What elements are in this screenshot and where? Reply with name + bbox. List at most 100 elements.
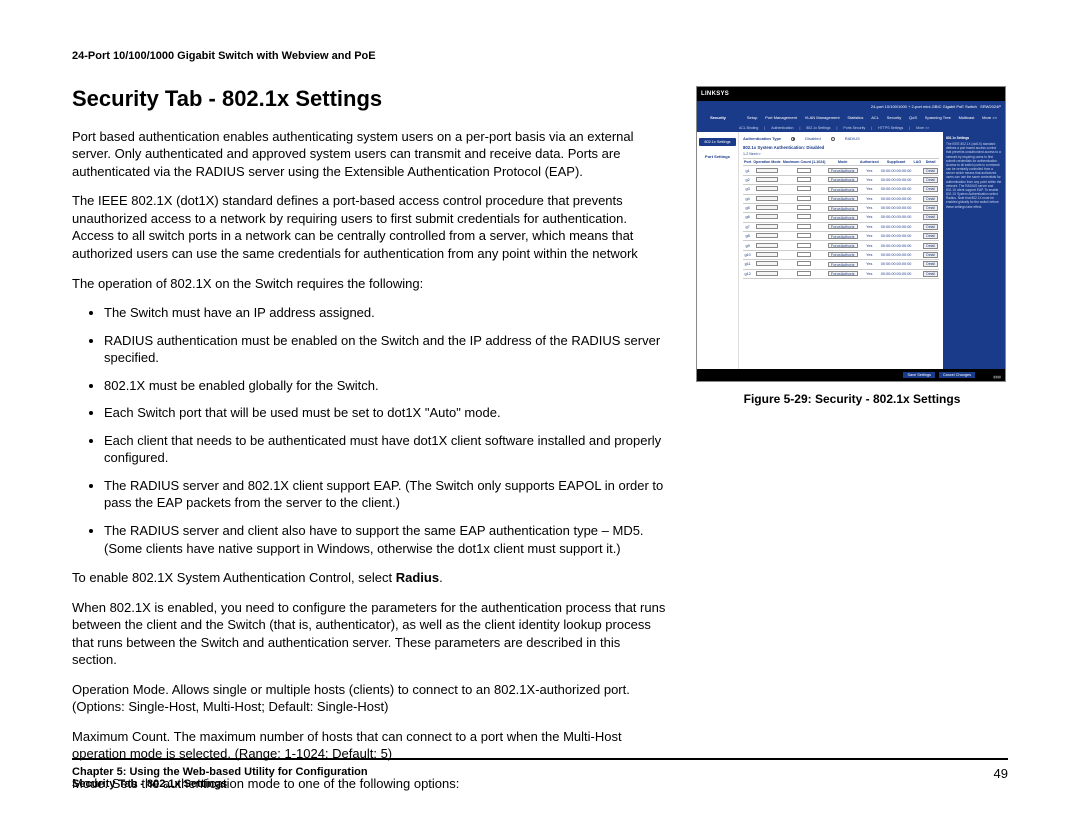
tab-port-mgmt[interactable]: Port Management bbox=[765, 115, 797, 120]
detail-button[interactable]: Detail bbox=[923, 261, 938, 267]
auth-type-label: Authentication Type bbox=[743, 136, 781, 141]
center-panel: Authentication Type Disabled RADIUS 802.… bbox=[739, 132, 943, 369]
opmode-select[interactable] bbox=[756, 168, 778, 173]
subnav-https[interactable]: HTTPS Settings bbox=[878, 126, 903, 130]
mode-select[interactable]: ForceAuthoriz bbox=[828, 252, 858, 257]
cell-lag bbox=[913, 232, 923, 241]
section-label: Security bbox=[697, 115, 739, 120]
subnav-8021x[interactable]: 802.1x Settings bbox=[806, 126, 830, 130]
detail-button[interactable]: Detail bbox=[923, 186, 938, 192]
maxcount-input[interactable] bbox=[797, 243, 811, 248]
mode-select[interactable]: ForceAuthoriz bbox=[828, 168, 858, 173]
opmode-select[interactable] bbox=[756, 186, 778, 191]
tab-stats[interactable]: Statistics bbox=[847, 115, 863, 120]
cell-port: g4 bbox=[743, 194, 752, 203]
mode-select[interactable]: ForceAuthoriz bbox=[828, 224, 858, 229]
maxcount-input[interactable] bbox=[797, 168, 811, 173]
opmode-select[interactable] bbox=[756, 224, 778, 229]
maxcount-input[interactable] bbox=[797, 205, 811, 210]
para-5: When 802.1X is enabled, you need to conf… bbox=[72, 599, 668, 669]
detail-button[interactable]: Detail bbox=[923, 271, 938, 277]
subnav-auth[interactable]: Authentication bbox=[771, 126, 793, 130]
opmode-select[interactable] bbox=[756, 261, 778, 266]
mode-select[interactable]: ForceAuthoriz bbox=[828, 206, 858, 211]
table-row: g11ForceAuthorizYes00:00:00:00:00:00Deta… bbox=[743, 260, 939, 269]
opmode-select[interactable] bbox=[756, 177, 778, 182]
opmode-select[interactable] bbox=[756, 252, 778, 257]
detail-button[interactable]: Detail bbox=[923, 168, 938, 174]
page-heading: Security Tab - 802.1x Settings bbox=[72, 84, 668, 114]
maxcount-input[interactable] bbox=[797, 224, 811, 229]
table-row: g4ForceAuthorizYes00:00:00:00:00:00Detai… bbox=[743, 194, 939, 203]
detail-button[interactable]: Detail bbox=[923, 177, 938, 183]
opmode-select[interactable] bbox=[756, 233, 778, 238]
mode-select[interactable]: ForceAuthoriz bbox=[828, 234, 858, 239]
maxcount-input[interactable] bbox=[797, 196, 811, 201]
tab-stp[interactable]: Spanning Tree bbox=[925, 115, 951, 120]
radio-disabled[interactable] bbox=[791, 137, 795, 141]
save-settings-button[interactable]: Save Settings bbox=[903, 372, 934, 378]
list-item: RADIUS authentication must be enabled on… bbox=[104, 332, 668, 367]
detail-button[interactable]: Detail bbox=[923, 205, 938, 211]
tab-multicast[interactable]: Multicast bbox=[959, 115, 975, 120]
page-footer: Chapter 5: Using the Web-based Utility f… bbox=[72, 758, 1008, 790]
cell-supplicant: 00:00:00:00:00:00 bbox=[880, 194, 913, 203]
cell-lag bbox=[913, 241, 923, 250]
mode-select[interactable]: ForceAuthoriz bbox=[828, 243, 858, 248]
cell-authorized: Yes bbox=[859, 250, 880, 259]
maxcount-input[interactable] bbox=[797, 186, 811, 191]
bottom-button-bar: Save Settings Cancel Changes ▮▮▮▮ bbox=[697, 369, 1005, 381]
detail-button[interactable]: Detail bbox=[923, 224, 938, 230]
cell-supplicant: 00:00:00:00:00:00 bbox=[880, 250, 913, 259]
rail-8021x-button[interactable]: 802.1x Settings bbox=[699, 138, 736, 146]
tab-security[interactable]: Security bbox=[887, 115, 901, 120]
opmode-select[interactable] bbox=[756, 196, 778, 201]
mode-select[interactable]: ForceAuthoriz bbox=[828, 262, 858, 267]
detail-button[interactable]: Detail bbox=[923, 243, 938, 249]
opmode-select[interactable] bbox=[756, 214, 778, 219]
tab-qos[interactable]: QoS bbox=[909, 115, 917, 120]
cancel-changes-button[interactable]: Cancel Changes bbox=[939, 372, 975, 378]
detail-button[interactable]: Detail bbox=[923, 196, 938, 202]
mode-select[interactable]: ForceAuthoriz bbox=[828, 196, 858, 201]
main-nav: Security Setup Port Management VLAN Mana… bbox=[697, 111, 1005, 123]
cell-port: g9 bbox=[743, 241, 752, 250]
tab-vlan[interactable]: VLAN Management bbox=[805, 115, 840, 120]
opmode-select[interactable] bbox=[756, 271, 778, 276]
requirements-list: The Switch must have an IP address assig… bbox=[72, 304, 668, 557]
pager[interactable]: 1-2 Next>> bbox=[743, 152, 939, 156]
mode-select[interactable]: ForceAuthoriz bbox=[828, 187, 858, 192]
tab-acl[interactable]: ACL bbox=[871, 115, 879, 120]
mode-select[interactable]: ForceAuthoriz bbox=[828, 271, 858, 276]
maxcount-input[interactable] bbox=[797, 261, 811, 266]
opmode-select[interactable] bbox=[756, 243, 778, 248]
ports-table: Port Operation Mode Maximum Count (1-102… bbox=[743, 158, 939, 279]
opmode-select[interactable] bbox=[756, 205, 778, 210]
tab-setup[interactable]: Setup bbox=[747, 115, 757, 120]
subnav-acl-binding[interactable]: ACL Binding bbox=[739, 126, 758, 130]
maxcount-input[interactable] bbox=[797, 177, 811, 182]
list-item: 802.1X must be enabled globally for the … bbox=[104, 377, 668, 395]
subnav-more[interactable]: More >> bbox=[916, 126, 929, 130]
mode-select[interactable]: ForceAuthoriz bbox=[828, 177, 858, 182]
th-port: Port bbox=[743, 159, 752, 166]
subnav-port-sec[interactable]: Ports Security bbox=[843, 126, 865, 130]
cell-lag bbox=[913, 269, 923, 278]
cell-port: g3 bbox=[743, 185, 752, 194]
tab-more[interactable]: More >> bbox=[982, 115, 997, 120]
doc-header: 24-Port 10/100/1000 Gigabit Switch with … bbox=[72, 50, 1008, 62]
detail-button[interactable]: Detail bbox=[923, 214, 938, 220]
maxcount-input[interactable] bbox=[797, 214, 811, 219]
cell-port: g7 bbox=[743, 222, 752, 231]
th-opmode: Operation Mode bbox=[752, 159, 782, 166]
th-detail: Detail bbox=[922, 159, 939, 166]
maxcount-input[interactable] bbox=[797, 233, 811, 238]
th-maxcount: Maximum Count (1-1024) bbox=[782, 159, 827, 166]
maxcount-input[interactable] bbox=[797, 271, 811, 276]
detail-button[interactable]: Detail bbox=[923, 233, 938, 239]
mode-select[interactable]: ForceAuthoriz bbox=[828, 215, 858, 220]
radio-radius[interactable] bbox=[831, 137, 835, 141]
table-row: g2ForceAuthorizYes00:00:00:00:00:00Detai… bbox=[743, 175, 939, 184]
maxcount-input[interactable] bbox=[797, 252, 811, 257]
detail-button[interactable]: Detail bbox=[923, 252, 938, 258]
